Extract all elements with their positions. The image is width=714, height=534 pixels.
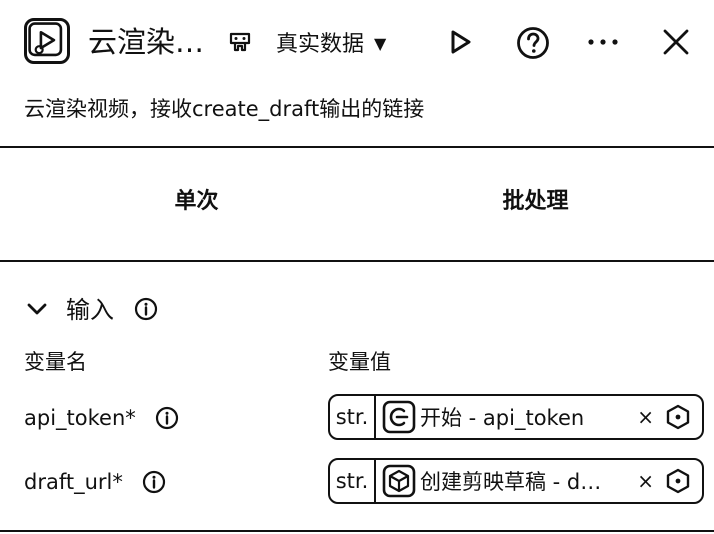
data-mode-label: 真实数据 <box>276 32 365 57</box>
info-icon[interactable] <box>142 470 166 494</box>
info-icon[interactable] <box>134 297 158 321</box>
help-icon[interactable] <box>516 26 550 60</box>
plugin-node-icon <box>382 464 416 498</box>
variable-name: draft_url* <box>24 470 123 494</box>
tab-single[interactable]: 单次 <box>18 182 375 222</box>
play-icon[interactable] <box>446 28 474 56</box>
column-header-name: 变量名 <box>24 350 87 374</box>
clear-icon[interactable]: × <box>637 405 654 429</box>
variable-value-field[interactable]: str. 创建剪映草稿 - d… × <box>328 458 704 504</box>
variable-value-field[interactable]: str. 开始 - api_token × <box>328 394 704 440</box>
chevron-down-icon[interactable] <box>24 296 50 322</box>
variable-reference: 开始 - api_token <box>420 406 585 430</box>
data-mode-dropdown[interactable]: 真实数据 ▼ <box>276 26 386 63</box>
type-tag: str. <box>330 460 376 502</box>
start-node-icon <box>382 400 416 434</box>
caret-down-icon: ▼ <box>374 34 387 53</box>
video-render-icon <box>24 18 70 64</box>
tab-batch[interactable]: 批处理 <box>357 182 714 222</box>
clear-icon[interactable]: × <box>637 469 654 493</box>
variable-picker-icon[interactable] <box>664 467 692 495</box>
divider <box>0 146 714 148</box>
info-icon[interactable] <box>155 406 179 430</box>
model-icon[interactable] <box>226 28 254 56</box>
node-description: 云渲染视频，接收create_draft输出的链接 <box>24 97 425 121</box>
divider <box>0 260 714 262</box>
divider <box>0 530 714 532</box>
variable-picker-icon[interactable] <box>664 403 692 431</box>
close-icon[interactable] <box>660 26 692 58</box>
section-title-inputs: 输入 <box>66 296 114 324</box>
column-header-value: 变量值 <box>328 350 391 374</box>
variable-name: api_token* <box>24 406 136 430</box>
variable-reference: 创建剪映草稿 - d… <box>420 470 602 494</box>
more-icon[interactable] <box>586 28 620 56</box>
type-tag: str. <box>330 396 376 438</box>
node-title: 云渲染… <box>88 25 205 59</box>
